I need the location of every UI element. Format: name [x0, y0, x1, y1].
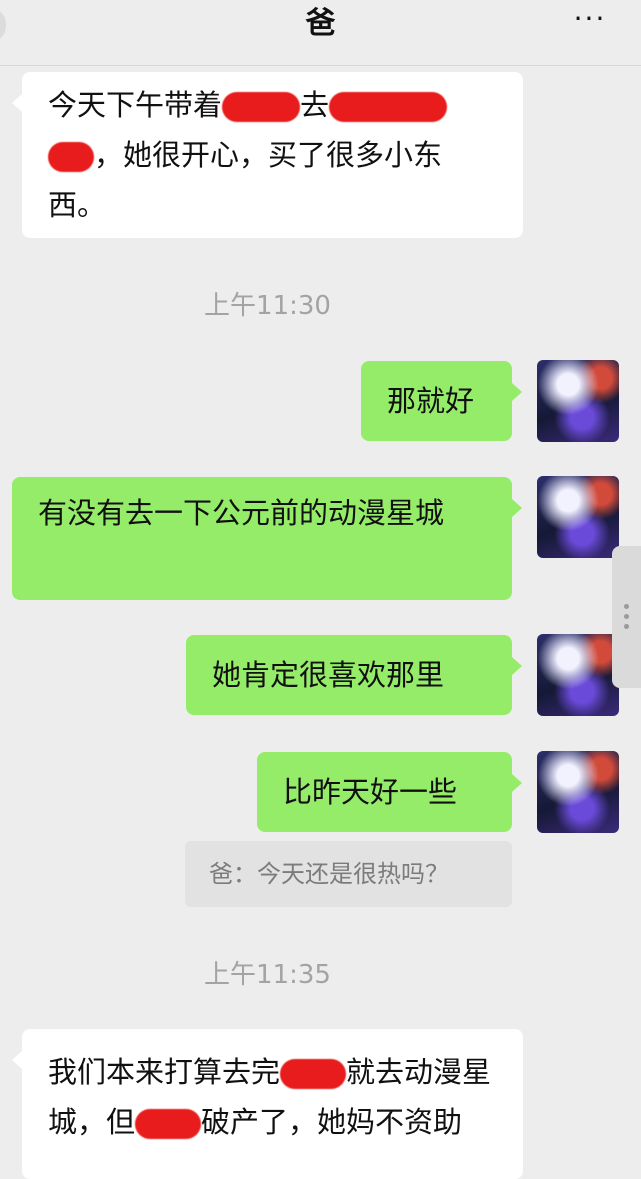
handle-dot — [624, 614, 629, 619]
message-bubble-outgoing[interactable]: 比昨天好一些 — [257, 752, 522, 832]
redaction-mark — [222, 92, 301, 122]
avatar[interactable] — [537, 751, 619, 833]
message-text: 她肯定很喜欢那里 — [212, 658, 445, 692]
message-bubble-outgoing[interactable]: 她肯定很喜欢那里 — [186, 635, 522, 715]
handle-dot — [624, 624, 629, 629]
message-bubble-incoming[interactable]: 我们本来打算去完 就去动漫星城，但 破产了，她妈不资助 — [12, 1029, 523, 1179]
redaction-mark — [280, 1059, 347, 1089]
avatar[interactable] — [537, 634, 619, 716]
more-options-icon[interactable]: ··· — [560, 5, 620, 40]
chat-title: 爸 — [305, 6, 336, 41]
handle-dot — [624, 604, 629, 609]
timestamp: 上午11:30 — [204, 291, 331, 321]
quoted-message[interactable]: 爸：今天还是很热吗？ — [185, 841, 512, 907]
message-bubble-outgoing[interactable]: 有没有去一下公元前的动漫星城 — [12, 477, 522, 600]
message-text: 破产了，她妈不资助 — [201, 1105, 463, 1139]
timestamp: 上午11:35 — [204, 960, 331, 990]
avatar[interactable] — [537, 476, 619, 558]
message-bubble-incoming[interactable]: 今天下午带着 去 ，她很开心，买了很多小东西。 — [12, 72, 523, 238]
redaction-mark — [135, 1109, 202, 1139]
message-text: 去 — [300, 88, 330, 122]
message-text: 那就好 — [387, 384, 475, 418]
message-text: 比昨天好一些 — [283, 775, 458, 809]
message-text: 今天下午带着 — [48, 88, 223, 122]
chat-header: 爸 ··· — [0, 0, 641, 66]
redaction-mark — [329, 92, 448, 122]
redaction-mark — [48, 142, 94, 172]
avatar[interactable] — [537, 360, 619, 442]
message-bubble-outgoing[interactable]: 那就好 — [361, 361, 522, 441]
side-drawer-handle[interactable] — [612, 546, 641, 688]
message-text: 我们本来打算去完 — [48, 1055, 281, 1089]
message-text: 有没有去一下公元前的动漫星城 — [38, 496, 445, 530]
message-text: ，她很开心，买了很多小东西。 — [48, 138, 443, 222]
